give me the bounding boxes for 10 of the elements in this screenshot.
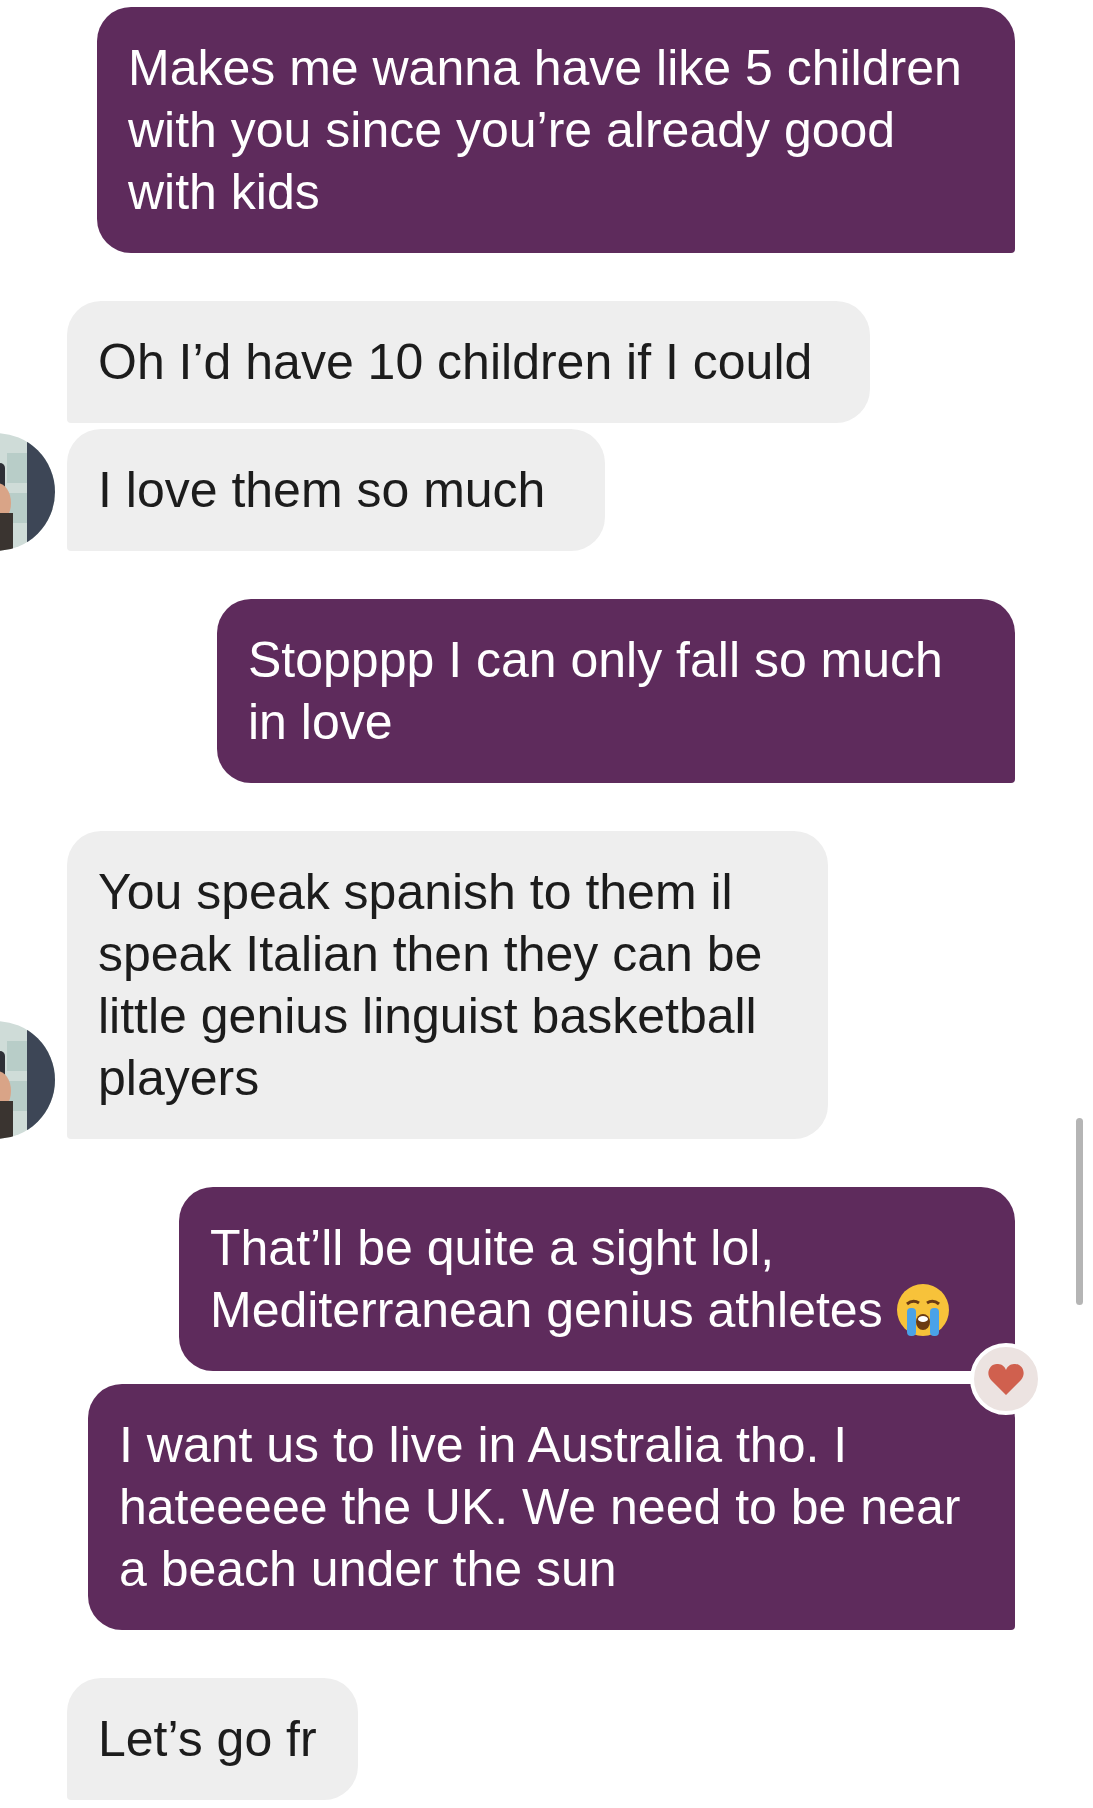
message-text: Makes me wanna have like 5 children with you since you’re already good with kids <box>128 40 962 220</box>
message-text: I want us to live in Australia tho. I hateeeee the UK. We need to be near a beach under the sun <box>119 1417 961 1597</box>
message-text: Let’s go fr <box>98 1711 317 1767</box>
scrollbar[interactable] <box>1076 1118 1083 1305</box>
message-text: That’ll be quite a sight lol, Mediterranean genius athletes <box>210 1220 883 1338</box>
heart-icon <box>987 1362 1025 1396</box>
message-text: Stopppp I can only fall so much in love <box>248 632 943 750</box>
message-text: I love them so much <box>98 462 546 518</box>
message-text: Oh I’d have 10 children if I could <box>98 334 813 390</box>
message-text: You speak spanish to them il speak Italian then they can be little genius linguist basketball players <box>98 864 763 1106</box>
